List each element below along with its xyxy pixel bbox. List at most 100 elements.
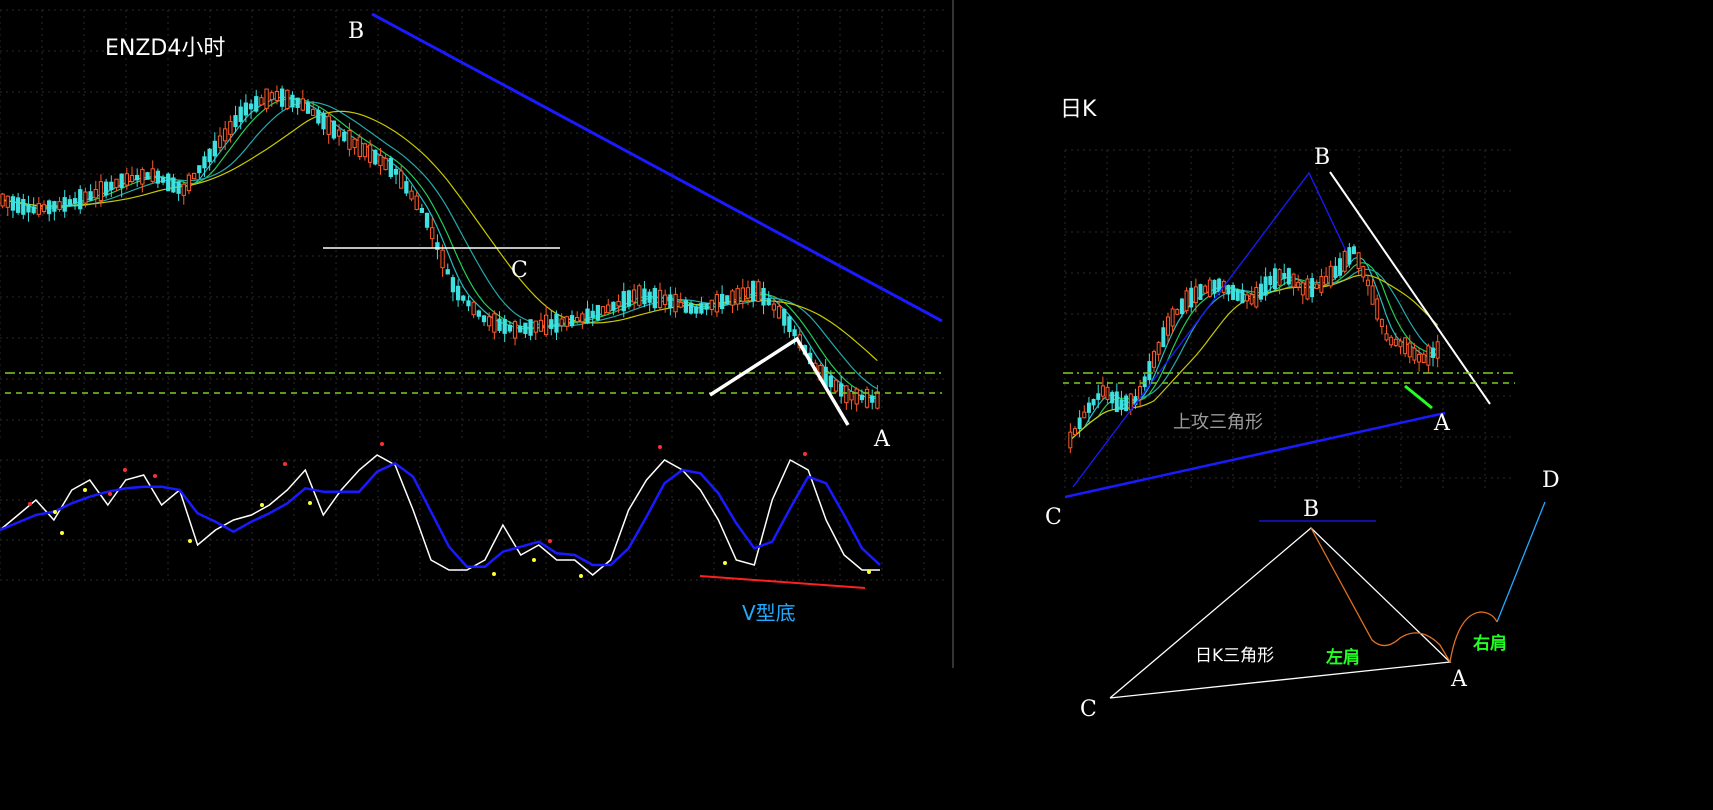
candle-body <box>352 138 357 149</box>
sketch-left-shoulder-label: 左肩 <box>1326 647 1360 668</box>
candle-body <box>393 168 399 175</box>
candle-body <box>745 287 751 299</box>
candle-body <box>357 136 362 157</box>
candle-body <box>471 301 476 316</box>
candle-body <box>331 120 337 139</box>
candle-body <box>1435 341 1440 359</box>
candle-body <box>688 302 694 314</box>
signal-dot <box>579 574 583 578</box>
candle-body <box>839 383 844 397</box>
candle-body <box>166 173 171 192</box>
candle-body <box>1091 398 1096 406</box>
candle-body <box>1198 284 1203 300</box>
candle-body <box>98 181 104 202</box>
candle-body <box>1203 285 1208 294</box>
signal-dot <box>658 445 662 449</box>
candle-body <box>1347 247 1352 265</box>
candle-body <box>1179 298 1184 315</box>
candle-body <box>47 200 52 215</box>
candle-body <box>72 198 78 204</box>
candle-body <box>419 207 425 213</box>
candle-body <box>1370 285 1375 305</box>
right-point-b-label: B <box>1314 145 1330 170</box>
candle-body <box>590 310 595 318</box>
candle-body <box>704 303 709 310</box>
candle-body <box>580 313 585 323</box>
candle-body <box>1286 268 1291 285</box>
candle-body <box>274 91 280 101</box>
candle-body <box>1333 265 1338 278</box>
candle-body <box>497 318 502 331</box>
candle-body <box>336 129 342 137</box>
candle-body <box>1324 275 1329 285</box>
candle-body <box>673 293 678 313</box>
candle-body <box>1393 338 1398 347</box>
candle-body <box>787 316 792 332</box>
candle-body <box>616 300 621 307</box>
signal-dot <box>108 492 112 496</box>
candle-body <box>93 189 98 199</box>
candle-body <box>776 305 782 319</box>
candle-body <box>844 385 849 404</box>
sketch-point-b-label: B <box>1303 497 1319 522</box>
candle-body <box>171 177 176 193</box>
candle-body <box>362 143 368 158</box>
candle-body <box>740 287 745 302</box>
candle-body <box>259 97 264 106</box>
candle-body <box>466 300 471 307</box>
sketch-point-c-label: C <box>1080 697 1097 722</box>
candle-body <box>124 173 129 186</box>
candle-body <box>751 280 756 302</box>
candle-body <box>1226 284 1231 295</box>
candle-body <box>217 135 223 148</box>
candle-body <box>668 294 673 309</box>
candle-body <box>1240 289 1245 304</box>
candle-body <box>528 319 533 336</box>
right-chart-grid <box>1064 149 1515 490</box>
candle-body <box>854 388 859 405</box>
candle-body <box>828 375 833 388</box>
candle-body <box>663 294 668 306</box>
candle-body <box>657 289 663 309</box>
candle-body <box>202 156 207 169</box>
candle-body <box>212 140 217 157</box>
candle-body <box>1207 279 1212 297</box>
candle-body <box>1068 431 1073 449</box>
candle-body <box>595 304 601 321</box>
candle-body <box>1189 287 1194 308</box>
candle-body <box>1431 347 1436 358</box>
candle-body <box>409 190 414 200</box>
candle-body <box>1077 417 1082 430</box>
candle-body <box>279 88 285 107</box>
candle-body <box>1086 402 1091 413</box>
candle-body <box>709 299 714 311</box>
candle-body <box>1361 266 1366 278</box>
left-point-b-label: B <box>348 19 364 44</box>
signal-dot <box>723 561 727 565</box>
candle-body <box>725 295 730 305</box>
candle-body <box>321 112 326 130</box>
candle-body <box>399 170 404 189</box>
candle-body <box>243 102 249 116</box>
candle-body <box>15 197 21 213</box>
candle-body <box>140 169 145 185</box>
candle-body <box>626 290 632 307</box>
candle-body <box>455 285 461 301</box>
candle-body <box>41 204 47 212</box>
candle-body <box>228 121 233 135</box>
candle-body <box>792 329 797 337</box>
signal-dot <box>153 474 157 478</box>
candle-body <box>642 288 647 305</box>
candle-body <box>1263 276 1268 296</box>
candle-body <box>197 165 202 174</box>
candle-body <box>88 191 93 201</box>
candle-body <box>621 291 626 312</box>
candle-body <box>145 172 150 180</box>
signal-dot <box>83 488 87 492</box>
candle-body <box>1184 290 1189 312</box>
candle-body <box>1291 273 1296 288</box>
candle-body <box>21 198 26 215</box>
candle-body <box>1282 273 1287 279</box>
candle-body <box>1249 294 1254 305</box>
left-chart-grid <box>0 9 945 440</box>
